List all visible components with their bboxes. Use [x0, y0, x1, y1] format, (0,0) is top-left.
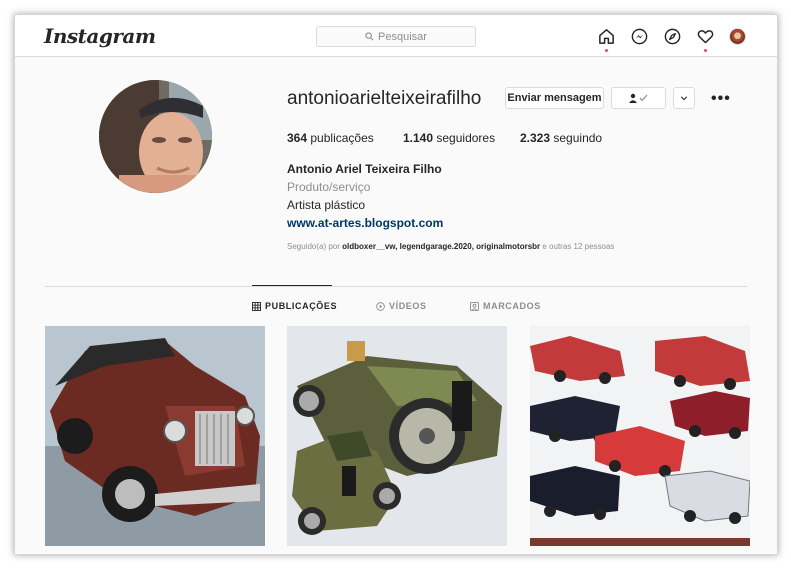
following-label: seguindo — [553, 131, 603, 145]
followed-by[interactable]: Seguido(a) por oldboxer__vw, legendgarag… — [287, 242, 614, 251]
following-stat[interactable]: 2.323 seguindo — [520, 131, 602, 145]
home-icon[interactable] — [597, 27, 616, 52]
profile-picture[interactable] — [99, 80, 212, 193]
nav-profile-avatar[interactable] — [729, 28, 746, 45]
profile-category: Produto/serviço — [287, 180, 371, 194]
profile-website-link[interactable]: www.at-artes.blogspot.com — [287, 216, 443, 230]
post-thumbnail-3[interactable] — [530, 326, 750, 546]
search-input[interactable]: Pesquisar — [316, 26, 476, 47]
browser-window: Instagram Pesquisar antonioarielteixeira… — [14, 14, 778, 555]
following-button[interactable] — [611, 87, 666, 109]
home-notification-dot — [605, 49, 608, 52]
grid-icon — [252, 301, 261, 311]
tab-tagged[interactable]: MARCADOS — [470, 301, 541, 311]
followed-by-names: oldboxer__vw, legendgarage.2020, origina… — [342, 242, 541, 251]
messenger-icon[interactable] — [630, 27, 649, 46]
followers-stat[interactable]: 1.140 seguidores — [403, 131, 495, 145]
posts-count-stat: 364 publicações — [287, 131, 374, 145]
post-thumbnail-1[interactable] — [45, 326, 265, 546]
followers-label: seguidores — [436, 131, 496, 145]
red-roadster-painting — [45, 326, 265, 546]
profile-username: antonioarielteixeirafilho — [287, 88, 482, 109]
activity-notification-dot — [704, 49, 707, 52]
chevron-down-icon — [680, 96, 688, 101]
followed-by-prefix: Seguido(a) por — [287, 242, 340, 251]
posts-label: publicações — [310, 131, 374, 145]
tab-posts-label: PUBLICAÇÕES — [265, 301, 338, 311]
posts-count: 364 — [287, 131, 308, 145]
tab-tagged-label: MARCADOS — [483, 301, 541, 311]
following-count: 2.323 — [520, 131, 551, 145]
activity-heart-icon[interactable] — [696, 27, 715, 52]
classic-convertibles-painting — [530, 326, 750, 546]
tab-videos-label: VÍDEOS — [389, 301, 427, 311]
tabs-divider — [45, 286, 747, 287]
followers-count: 1.140 — [403, 131, 434, 145]
search-icon — [365, 32, 374, 41]
post-thumbnail-2[interactable] — [287, 326, 507, 546]
followed-by-suffix: e outras 12 pessoas — [542, 242, 615, 251]
tab-videos[interactable]: VÍDEOS — [376, 301, 427, 311]
instagram-logo[interactable]: Instagram — [44, 24, 156, 48]
green-racing-cars-painting — [287, 326, 507, 546]
profile-bio: Artista plástico — [287, 198, 366, 212]
top-navigation: Instagram Pesquisar — [15, 15, 777, 57]
person-check-icon — [628, 93, 647, 103]
profile-full-name: Antonio Ariel Teixeira Filho — [287, 162, 442, 176]
play-icon — [376, 301, 385, 311]
more-options-button[interactable]: ••• — [711, 90, 731, 108]
active-tab-indicator — [252, 285, 332, 286]
tagged-person-icon — [470, 301, 479, 311]
search-placeholder: Pesquisar — [378, 30, 427, 43]
tab-posts[interactable]: PUBLICAÇÕES — [252, 301, 337, 311]
send-message-button[interactable]: Enviar mensagem — [505, 87, 604, 109]
explore-icon[interactable] — [663, 27, 682, 46]
suggestions-dropdown-button[interactable] — [673, 87, 695, 109]
